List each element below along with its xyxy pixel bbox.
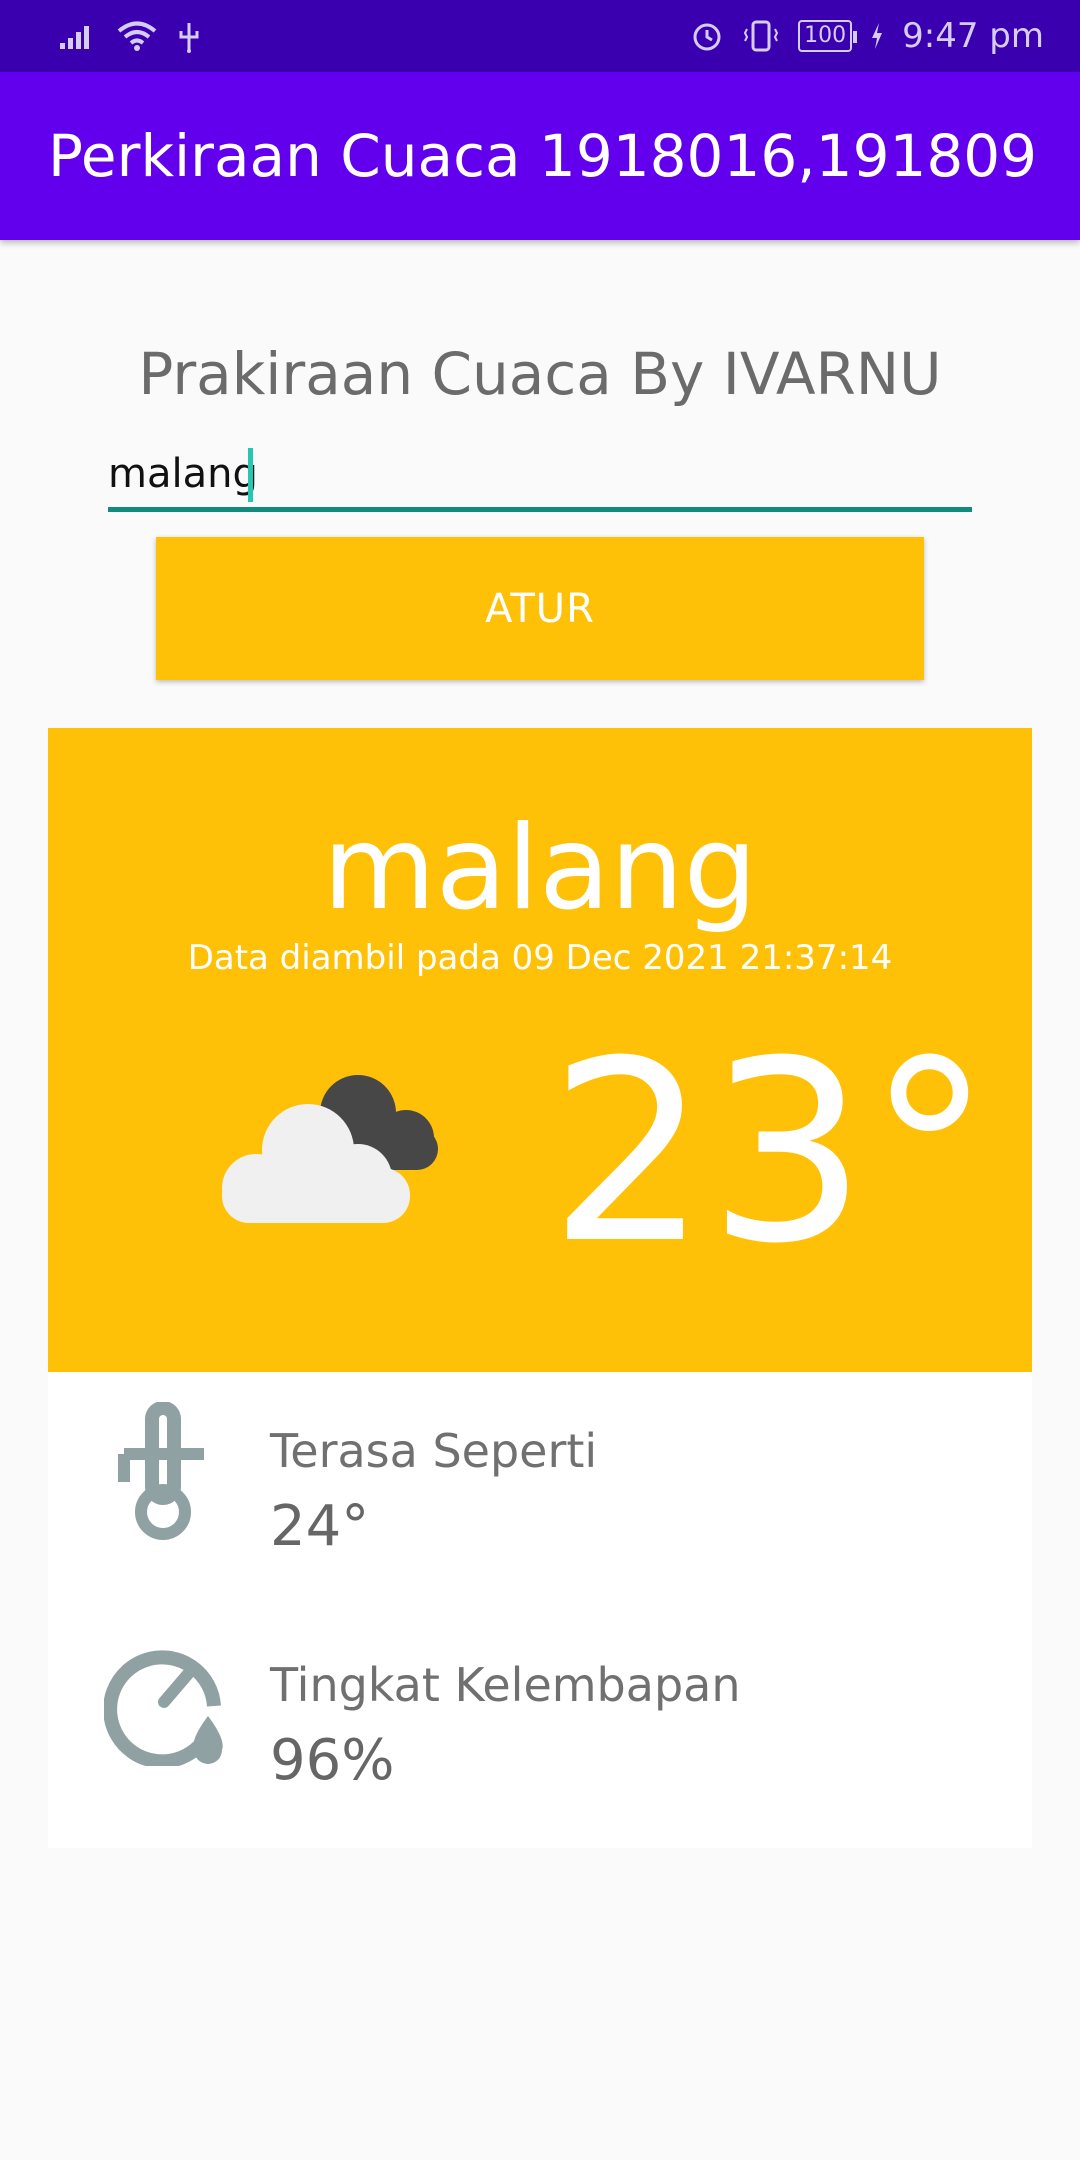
feels-like-value: 24°	[270, 1494, 370, 1559]
feels-like-row: Terasa Seperti 24°	[48, 1372, 1032, 1559]
status-icons-left	[58, 19, 202, 53]
app-bar: Perkiraan Cuaca 1918016,1918094,...	[0, 72, 1080, 240]
alarm-icon	[693, 23, 721, 51]
status-bar: 100 9:47 pm	[0, 0, 1080, 72]
details-panel: Terasa Seperti 24° Tingkat Kelembapan 96…	[48, 1372, 1032, 1848]
charging-icon	[872, 23, 883, 49]
wifi-icon	[117, 21, 157, 51]
temperature: 23°	[548, 1007, 992, 1298]
city-name: malang	[322, 801, 758, 936]
humidity-label: Tingkat Kelembapan	[270, 1658, 741, 1712]
humidity-row: Tingkat Kelembapan 96%	[48, 1606, 1032, 1793]
text-cursor	[248, 448, 253, 502]
vibrate-icon	[744, 20, 779, 52]
humidity-gauge-icon	[104, 1650, 223, 1766]
usb-icon	[179, 23, 199, 53]
feels-like-label: Terasa Seperti	[270, 1424, 598, 1478]
status-time: 9:47 pm	[902, 16, 1044, 56]
humidity-value: 96%	[270, 1728, 395, 1793]
cloudy-icon	[222, 1075, 438, 1223]
page-heading: Prakiraan Cuaca By IVARNU	[138, 340, 942, 408]
battery-icon: 100	[798, 20, 858, 52]
city-input[interactable]	[108, 440, 972, 512]
thermometer-icon	[118, 1402, 204, 1540]
weather-card: malang Data diambil pada 09 Dec 2021 21:…	[48, 728, 1032, 1372]
status-icons-right: 100 9:47 pm	[690, 16, 1044, 56]
app-title: Perkiraan Cuaca 1918016,1918094,...	[48, 122, 1038, 190]
updated-timestamp: Data diambil pada 09 Dec 2021 21:37:14	[187, 938, 893, 978]
atur-button[interactable]: ATUR	[156, 537, 924, 680]
signal-icon	[60, 26, 89, 49]
